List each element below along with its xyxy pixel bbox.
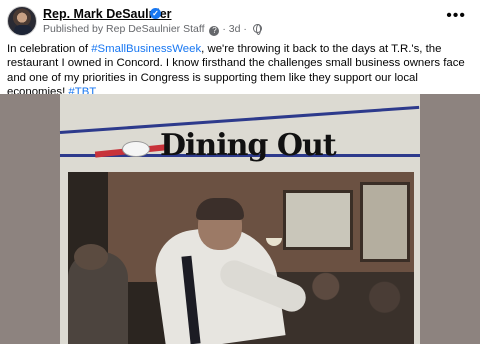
clipping-headline: Dining Out [160, 128, 337, 163]
man-hair [196, 198, 244, 220]
newspaper-clipping: Dining Out [59, 94, 420, 344]
author-avatar[interactable] [7, 6, 37, 36]
restaurant-window [360, 182, 410, 262]
restaurant-window [283, 190, 353, 250]
plate-icon [122, 141, 150, 157]
help-icon[interactable]: ? [209, 26, 220, 36]
more-options-button[interactable]: ••• [446, 8, 466, 24]
post-photo[interactable]: Dining Out [0, 94, 480, 344]
restaurant-photo [68, 172, 414, 344]
hashtag-smallbusinessweek-link[interactable]: #SmallBusinessWeek [91, 43, 201, 55]
post-text: In celebration of #SmallBusinessWeek, we… [7, 42, 475, 100]
diner-left-head [74, 244, 108, 270]
post-time-link[interactable]: 3d [229, 23, 241, 35]
published-by-text: Published by Rep DeSaulnier Staff [43, 23, 205, 35]
post-meta: Published by Rep DeSaulnier Staff ? · 3d… [43, 23, 262, 36]
verified-badge-icon: ✓ [150, 8, 161, 19]
post-header: Rep. Mark DeSaulnier ✓ Published by Rep … [0, 0, 480, 40]
post-text-part: In celebration of [7, 43, 92, 55]
globe-icon [252, 24, 262, 35]
